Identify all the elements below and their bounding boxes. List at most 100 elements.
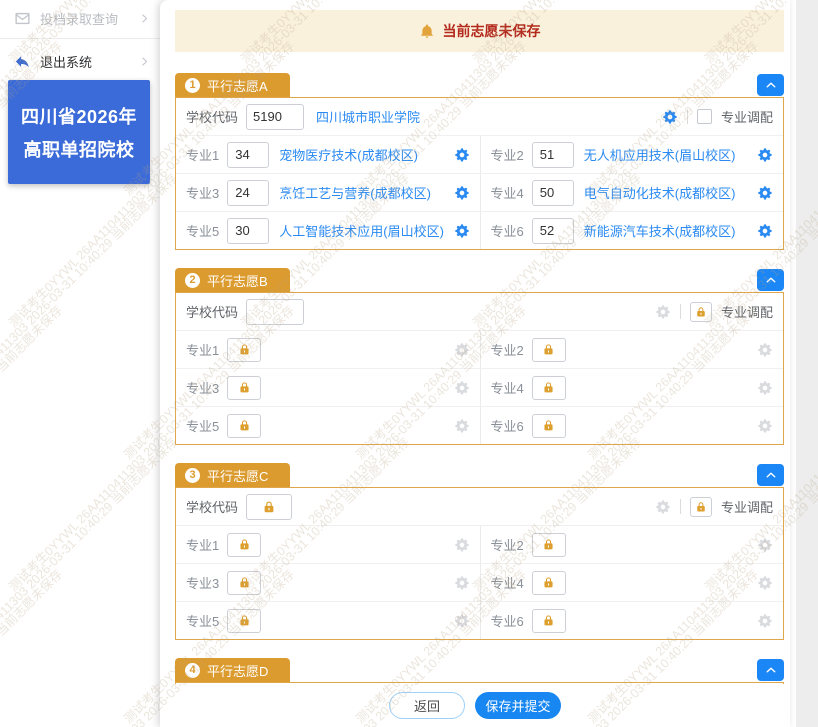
major-row: 专业3 专业4 xyxy=(176,563,783,601)
major-gear-icon xyxy=(757,537,773,553)
section-number-badge: 2 xyxy=(185,273,200,288)
lock-icon xyxy=(542,343,555,356)
major-name-link[interactable]: 烹饪工艺与营养(成都校区) xyxy=(279,183,431,202)
major-label: 专业3 xyxy=(186,573,219,592)
major-code-locked xyxy=(227,376,261,400)
major-cell: 专业1 xyxy=(176,526,480,563)
school-gear-icon xyxy=(655,304,671,320)
unsaved-alert-banner: 当前志愿未保存 xyxy=(175,10,784,52)
section-title: 平行志愿D xyxy=(207,661,268,680)
major-name-link[interactable]: 人工智能技术应用(眉山校区) xyxy=(279,221,444,240)
major-name-link[interactable]: 新能源汽车技术(成都校区) xyxy=(584,221,736,240)
bell-icon xyxy=(419,23,435,39)
school-row-controls: 专业调配 xyxy=(655,497,773,517)
major-gear-icon xyxy=(454,575,470,591)
school-code-input[interactable] xyxy=(246,104,304,130)
section-tab: 4平行志愿D xyxy=(175,658,290,682)
school-gear-icon[interactable] xyxy=(662,109,678,125)
school-code-locked xyxy=(246,494,292,520)
save-submit-button[interactable]: 保存并提交 xyxy=(475,692,561,719)
major-adjust-label: 专业调配 xyxy=(721,302,773,321)
major-cell: 专业3烹饪工艺与营养(成都校区) xyxy=(176,174,480,211)
major-code-input[interactable] xyxy=(532,142,574,168)
major-gear-icon[interactable] xyxy=(757,147,773,163)
section-tab: 1平行志愿A xyxy=(175,73,290,97)
section-box: 学校代码四川城市职业学院专业调配专业1宠物医疗技术(成都校区)专业2无人机应用技… xyxy=(175,97,784,250)
collapse-button[interactable] xyxy=(757,269,784,291)
school-name-link[interactable]: 四川城市职业学院 xyxy=(316,107,420,126)
divider xyxy=(680,304,681,319)
lock-icon xyxy=(238,343,251,356)
major-label: 专业6 xyxy=(491,611,524,630)
collapse-button[interactable] xyxy=(757,659,784,681)
major-label: 专业5 xyxy=(186,416,219,435)
lock-icon xyxy=(238,614,251,627)
major-name-link[interactable]: 电气自动化技术(成都校区) xyxy=(584,183,736,202)
major-code-locked xyxy=(227,533,261,557)
major-gear-icon xyxy=(454,418,470,434)
major-gear-icon xyxy=(454,537,470,553)
lock-icon xyxy=(695,501,707,513)
major-cell: 专业4 xyxy=(480,564,784,601)
chevron-right-icon xyxy=(139,56,150,67)
major-row: 专业5人工智能技术应用(眉山校区)专业6新能源汽车技术(成都校区) xyxy=(176,211,783,249)
major-code-input[interactable] xyxy=(227,142,269,168)
sidebar-item-admission-query[interactable]: 投档录取查询 xyxy=(0,0,160,36)
major-cell: 专业5 人工智能技术应用(眉山校区) xyxy=(176,212,480,249)
major-gear-icon xyxy=(454,613,470,629)
sidebar-item-label: 投档录取查询 xyxy=(40,9,139,28)
major-label: 专业5 xyxy=(186,221,219,240)
major-code-locked xyxy=(227,609,261,633)
major-code-input[interactable] xyxy=(227,180,269,206)
major-code-input[interactable] xyxy=(227,218,269,244)
lock-icon xyxy=(542,614,555,627)
major-label: 专业3 xyxy=(186,378,219,397)
unsaved-alert-text: 当前志愿未保存 xyxy=(443,21,541,41)
section-title: 平行志愿A xyxy=(207,76,268,95)
major-gear-icon[interactable] xyxy=(757,185,773,201)
program-title-banner: 四川省2026年 高职单招院校 xyxy=(8,80,150,184)
major-code-locked xyxy=(227,414,261,438)
school-code-input[interactable] xyxy=(246,299,304,325)
lock-icon xyxy=(542,538,555,551)
sidebar-item-logout[interactable]: 退出系统 xyxy=(0,43,160,79)
major-code-input[interactable] xyxy=(532,180,574,206)
major-gear-icon[interactable] xyxy=(454,223,470,239)
section-tab: 3平行志愿C xyxy=(175,463,290,487)
major-label: 专业2 xyxy=(491,145,524,164)
sidebar-item-label: 退出系统 xyxy=(40,52,139,71)
major-gear-icon[interactable] xyxy=(454,147,470,163)
lock-icon xyxy=(262,500,276,514)
major-row: 专业3烹饪工艺与营养(成都校区)专业4电气自动化技术(成都校区) xyxy=(176,173,783,211)
parallel-volunteer-section-b: 2平行志愿B学校代码专业调配专业1专业2专业3专业4专业5专业6 xyxy=(175,268,784,445)
chevron-right-icon xyxy=(139,13,150,24)
collapse-button[interactable] xyxy=(757,464,784,486)
main-content: 当前志愿未保存 1平行志愿A学校代码四川城市职业学院专业调配专业1宠物医疗技术(… xyxy=(160,0,790,727)
lock-icon xyxy=(238,576,251,589)
major-code-locked xyxy=(532,338,566,362)
major-label: 专业6 xyxy=(491,416,524,435)
major-row: 专业5 专业6 xyxy=(176,601,783,639)
section-title: 平行志愿B xyxy=(207,271,268,290)
major-adjust-checkbox[interactable] xyxy=(697,109,712,124)
major-gear-icon xyxy=(757,613,773,629)
major-label: 专业5 xyxy=(186,611,219,630)
major-name-link[interactable]: 宠物医疗技术(成都校区) xyxy=(279,145,418,164)
back-button[interactable]: 返回 xyxy=(389,692,465,719)
major-cell: 专业2 无人机应用技术(眉山校区) xyxy=(480,136,784,173)
major-cell: 专业6 xyxy=(480,407,784,444)
major-name-link[interactable]: 无人机应用技术(眉山校区) xyxy=(584,145,736,164)
major-cell: 专业3 xyxy=(176,369,480,406)
major-code-input[interactable] xyxy=(532,218,574,244)
scrollbar-track[interactable] xyxy=(796,0,818,727)
major-gear-icon xyxy=(757,575,773,591)
major-cell: 专业5 xyxy=(176,407,480,444)
major-gear-icon[interactable] xyxy=(757,223,773,239)
collapse-button[interactable] xyxy=(757,74,784,96)
major-label: 专业2 xyxy=(491,535,524,554)
major-gear-icon[interactable] xyxy=(454,185,470,201)
lock-icon xyxy=(238,538,251,551)
lock-icon xyxy=(542,419,555,432)
sidebar: 投档录取查询 退出系统 四川省2026年 高职单招院校 xyxy=(0,0,160,727)
page: 投档录取查询 退出系统 四川省2026年 高职单招院校 当前志愿未保存 1平行志… xyxy=(0,0,818,727)
